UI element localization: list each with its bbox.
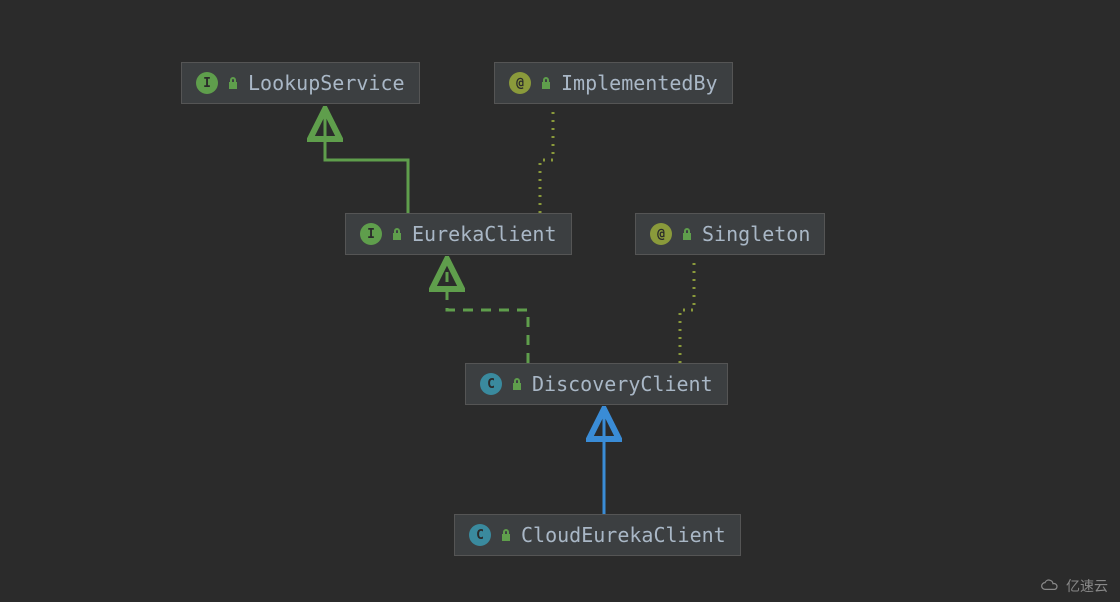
- lock-icon: [539, 76, 553, 90]
- node-eureka-client[interactable]: I EurekaClient: [345, 213, 572, 255]
- node-singleton[interactable]: @ Singleton: [635, 213, 825, 255]
- cloud-icon: [1040, 579, 1060, 593]
- lock-icon: [390, 227, 404, 241]
- watermark: 亿速云: [1040, 576, 1108, 596]
- node-label: EurekaClient: [412, 222, 557, 246]
- edge-eureka-to-lookup: [325, 112, 408, 213]
- node-implemented-by[interactable]: @ ImplementedBy: [494, 62, 733, 104]
- class-icon: C: [480, 373, 502, 395]
- node-cloud-eureka-client[interactable]: C CloudEurekaClient: [454, 514, 741, 556]
- lock-icon: [226, 76, 240, 90]
- lock-icon: [510, 377, 524, 391]
- interface-icon: I: [360, 223, 382, 245]
- node-discovery-client[interactable]: C DiscoveryClient: [465, 363, 728, 405]
- node-label: LookupService: [248, 71, 405, 95]
- edge-discovery-to-singleton: [680, 262, 694, 363]
- interface-icon: I: [196, 72, 218, 94]
- annotation-icon: @: [650, 223, 672, 245]
- node-lookup-service[interactable]: I LookupService: [181, 62, 420, 104]
- lock-icon: [499, 528, 513, 542]
- node-label: CloudEurekaClient: [521, 523, 726, 547]
- node-label: ImplementedBy: [561, 71, 718, 95]
- edge-eureka-to-implby: [540, 112, 553, 213]
- edge-discovery-to-eureka: [447, 262, 528, 363]
- watermark-text: 亿速云: [1066, 576, 1108, 596]
- annotation-icon: @: [509, 72, 531, 94]
- node-label: Singleton: [702, 222, 810, 246]
- lock-icon: [680, 227, 694, 241]
- node-label: DiscoveryClient: [532, 372, 713, 396]
- class-icon: C: [469, 524, 491, 546]
